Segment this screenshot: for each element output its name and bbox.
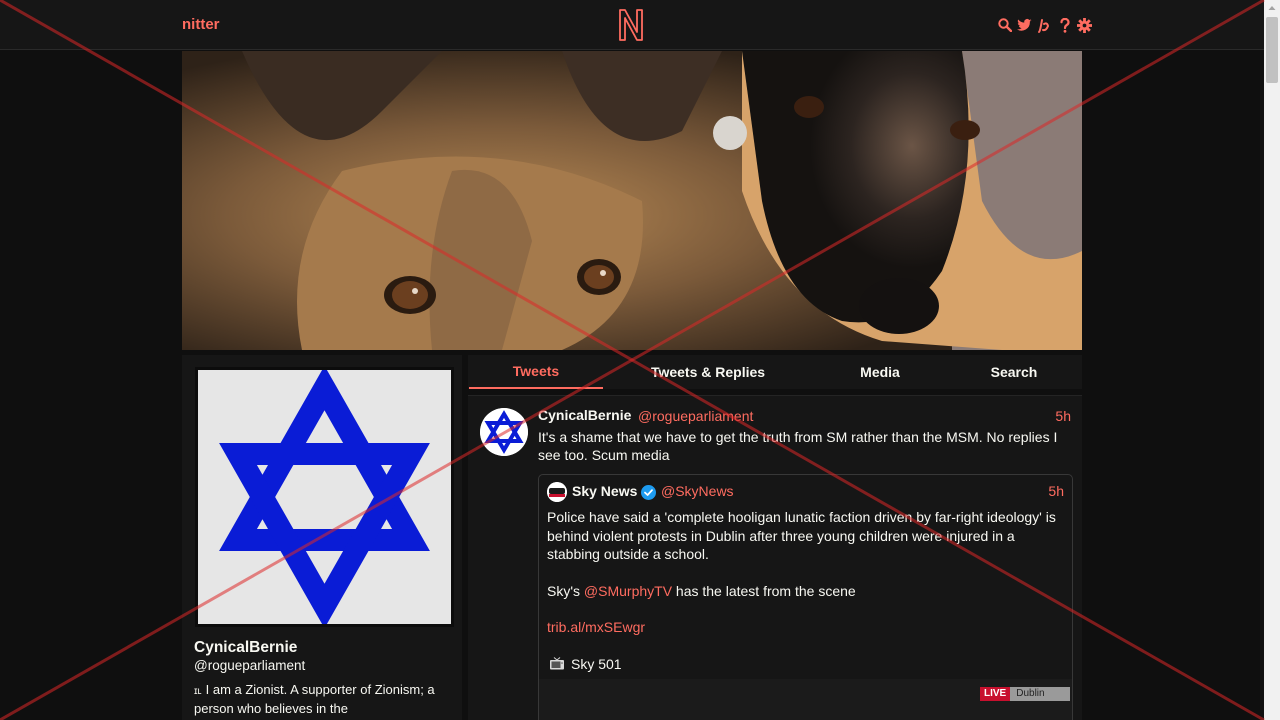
nav-icons [997,15,1092,35]
tweet-text: It's a shame that we have to get the tru… [538,429,1058,463]
quote-body: Police have said a 'complete hooligan lu… [547,508,1062,673]
tweet-fullname[interactable]: CynicalBernie [538,407,631,423]
tweet-username[interactable]: @rogueparliament [638,408,753,424]
top-navbar: nitter [0,0,1264,50]
quote-text-1: Police have said a 'complete hooligan lu… [547,509,1056,562]
quote-video-thumbnail[interactable]: LIVE Dublin [539,679,1072,720]
tweet-item[interactable]: CynicalBernie @rogueparliament 5h It's a… [468,395,1082,720]
timeline: Tweets Tweets & Replies Media Search Cyn… [468,355,1082,720]
profile-bio-text: I am a Zionist. A supporter of Zionism; … [194,682,435,716]
quote-text-2-prefix: Sky's [547,582,584,599]
profile-banner-image[interactable] [182,51,1082,350]
quote-text-2-suffix: has the latest from the scene [672,582,856,599]
live-location: Dublin [1010,687,1071,701]
verified-badge-icon [641,485,656,500]
live-badge: LIVE Dublin [980,687,1071,701]
nitter-home-link[interactable]: nitter [182,16,220,33]
television-icon [549,656,565,669]
nitter-logo-icon[interactable] [617,8,645,42]
help-icon[interactable] [1057,17,1072,33]
scroll-thumb[interactable] [1266,17,1278,83]
quote-date[interactable]: 5h [1048,483,1064,499]
profile-avatar[interactable] [195,365,454,629]
tab-tweets-and-replies[interactable]: Tweets & Replies [632,355,784,389]
tab-search[interactable]: Search [964,355,1064,389]
search-icon[interactable] [997,17,1012,33]
bio-glyph-icon: ɪʟ [194,686,202,697]
sky-news-avatar[interactable] [547,482,567,502]
live-label: LIVE [980,687,1011,701]
article-link[interactable]: trib.al/mxSEwgr [547,619,645,635]
page-scrollbar[interactable] [1264,0,1280,720]
profile-username[interactable]: @rogueparliament [194,658,305,673]
quoted-tweet[interactable]: Sky News @SkyNews 5h Police have said a … [538,474,1073,720]
quote-username[interactable]: @SkyNews [661,483,734,499]
rss-icon[interactable] [1037,17,1052,33]
mention-link[interactable]: @SMurphyTV [584,583,672,599]
quote-channel: Sky 501 [571,655,622,672]
tweet-date[interactable]: 5h [1055,408,1071,424]
star-of-david-icon [219,365,430,629]
quote-channel-line: Sky 501 [547,655,1062,674]
tab-tweets[interactable]: Tweets [469,355,603,389]
quote-text-2: Sky's @SMurphyTV has the latest from the… [547,582,1062,601]
timeline-tabs: Tweets Tweets & Replies Media Search [468,355,1082,389]
profile-bio: ɪʟ I am a Zionist. A supporter of Zionism… [194,681,456,717]
profile-card: CynicalBernie @rogueparliament ɪʟ I am a … [182,355,462,720]
twitter-icon[interactable] [1017,17,1032,33]
quote-fullname[interactable]: Sky News [572,483,637,499]
settings-icon[interactable] [1077,17,1092,33]
scroll-up-arrow-icon[interactable] [1264,0,1280,16]
profile-fullname[interactable]: CynicalBernie [194,639,297,657]
tab-media[interactable]: Media [828,355,932,389]
tweet-avatar[interactable] [480,408,528,456]
